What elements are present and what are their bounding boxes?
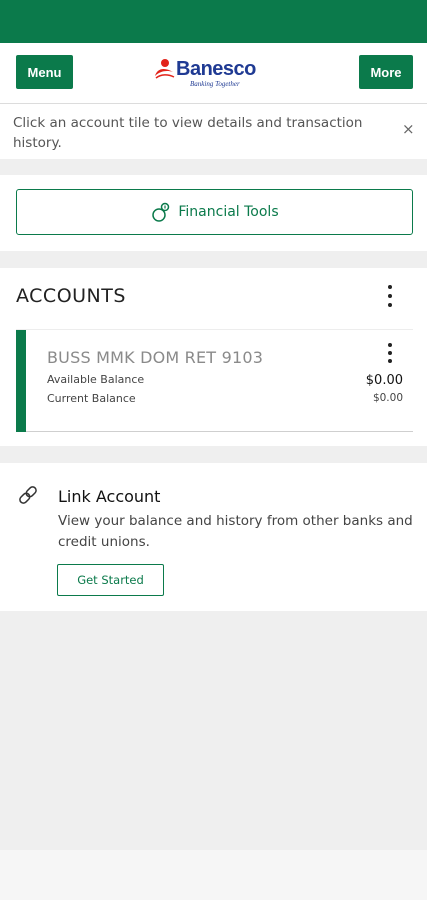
menu-button[interactable]: Menu [16,55,73,89]
status-bar [0,0,427,43]
link-account-description: View your balance and history from other… [58,513,413,550]
brand-tagline: Banking Together [190,80,240,88]
account-options-icon[interactable] [386,343,394,363]
more-button[interactable]: More [359,55,413,89]
get-started-button[interactable]: Get Started [57,564,164,596]
chain-link-icon [19,486,37,504]
current-balance-label: Current Balance [47,392,136,405]
banner-text: Click an account tile to view details an… [13,115,363,151]
app-header: Menu Banesco Banking Together More [0,43,427,103]
accounts-card: ACCOUNTS BUSS MMK DOM RET 9103 Available… [0,268,427,446]
available-balance-value: $0.00 [365,373,403,388]
banesco-logo-mark-icon [155,59,175,79]
accounts-options-icon[interactable] [386,285,394,307]
piggy-bank-icon [152,202,170,222]
brand-name: Banesco [176,58,256,80]
financial-tools-card: Financial Tools [0,175,427,251]
link-account-card: Link Account View your balance and histo… [0,463,427,611]
account-name: BUSS MMK DOM RET 9103 [47,348,264,367]
financial-tools-button[interactable]: Financial Tools [16,189,413,235]
account-tile-accent [16,330,26,432]
bottom-area [0,850,427,900]
accounts-title: ACCOUNTS [16,285,126,307]
current-balance-value: $0.00 [372,392,403,404]
link-account-title: Link Account [58,487,161,506]
financial-tools-label: Financial Tools [178,204,279,220]
account-tile[interactable]: BUSS MMK DOM RET 9103 Available Balance … [16,329,413,432]
available-balance-label: Available Balance [47,373,145,386]
close-icon[interactable]: × [402,120,415,138]
info-banner: Click an account tile to view details an… [0,103,427,159]
banesco-logo[interactable]: Banesco Banking Together [153,56,271,90]
